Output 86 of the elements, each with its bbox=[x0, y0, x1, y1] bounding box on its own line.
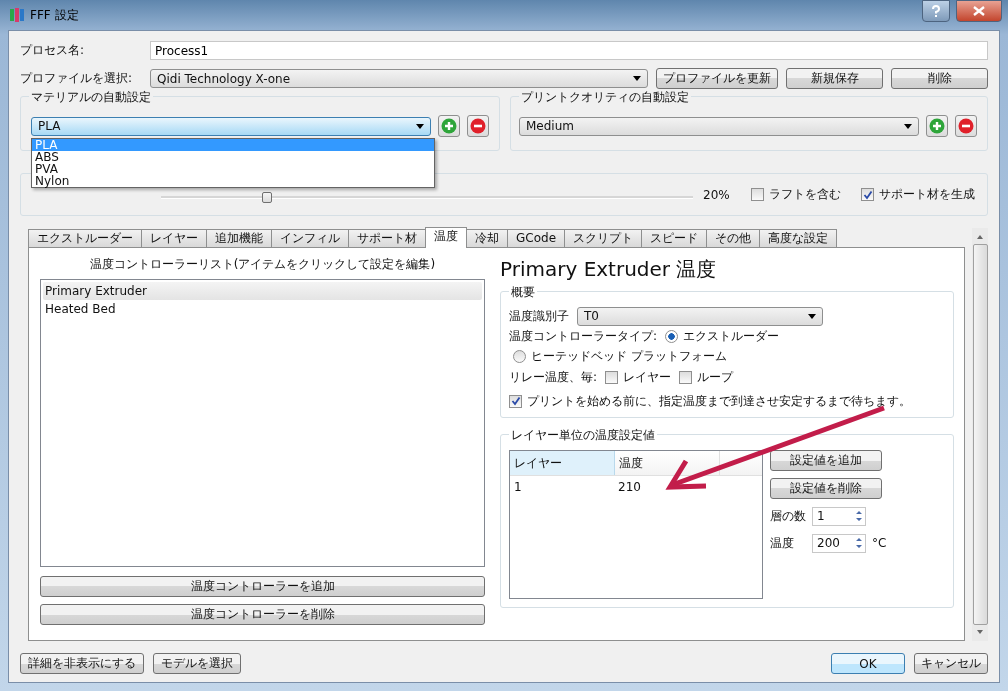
checkbox[interactable] bbox=[861, 188, 874, 201]
column-header[interactable]: レイヤー bbox=[510, 451, 615, 475]
detail-title: Primary Extruder 温度 bbox=[500, 256, 718, 283]
dialog-button[interactable]: OK bbox=[831, 653, 905, 674]
checkbox[interactable] bbox=[509, 394, 522, 408]
tab[interactable]: レイヤー bbox=[141, 229, 207, 247]
dropdown-option[interactable]: Nylon bbox=[32, 175, 434, 187]
remove-button[interactable] bbox=[467, 115, 489, 137]
plus-icon bbox=[929, 118, 945, 134]
profile-button[interactable]: 削除 bbox=[891, 68, 988, 89]
infill-reading: 20% bbox=[703, 187, 731, 202]
plus-icon bbox=[441, 118, 457, 134]
identifier-dropdown[interactable]: T0 bbox=[577, 306, 823, 326]
group-legend: プリントクオリティの自動設定 bbox=[519, 89, 691, 106]
value-button[interactable]: 設定値を削除 bbox=[770, 478, 882, 499]
add-button[interactable] bbox=[926, 115, 948, 137]
group-legend: レイヤー単位の温度設定値 bbox=[509, 427, 657, 444]
close-icon bbox=[973, 6, 985, 16]
process-name-field[interactable]: Process1 bbox=[150, 41, 988, 60]
radio-button[interactable] bbox=[513, 350, 526, 363]
checkbox[interactable] bbox=[605, 370, 619, 384]
profile-dropdown[interactable]: Qidi Technology X-one bbox=[150, 69, 648, 88]
tab[interactable]: 高度な設定 bbox=[759, 229, 838, 247]
scroll-up-icon[interactable] bbox=[976, 234, 984, 240]
layers-spinbox[interactable]: 1 bbox=[812, 506, 866, 526]
window-title: FFF 設定 bbox=[30, 6, 79, 24]
radio-button[interactable] bbox=[665, 330, 679, 343]
list-heading: 温度コントローラーリスト(アイテムをクリックして設定を編集) bbox=[88, 256, 437, 273]
list-item[interactable]: Heated Bed bbox=[43, 300, 482, 318]
tab[interactable]: エクストルーダー bbox=[28, 229, 142, 247]
profile-button[interactable]: 新規保存 bbox=[786, 68, 883, 89]
tab[interactable]: サポート材 bbox=[348, 229, 426, 247]
radio-label: エクストルーダー bbox=[683, 328, 780, 345]
checkbox-label: ラフトを含む bbox=[769, 186, 841, 203]
group-legend: 概要 bbox=[509, 284, 537, 301]
tab[interactable]: スピード bbox=[641, 229, 708, 247]
dialog-button[interactable]: キャンセル bbox=[914, 653, 988, 674]
checkbox[interactable] bbox=[751, 188, 764, 201]
unit-label: °C bbox=[872, 536, 887, 550]
footer-button[interactable]: モデルを選択 bbox=[153, 653, 241, 674]
checkbox-label: レイヤー bbox=[623, 368, 672, 386]
value-button[interactable]: 設定値を追加 bbox=[770, 450, 882, 471]
controller-button[interactable]: 温度コントローラーを削除 bbox=[40, 604, 485, 625]
list-item[interactable]: Primary Extruder bbox=[43, 282, 482, 300]
tab[interactable]: インフィル bbox=[271, 229, 349, 247]
tab[interactable]: 温度 bbox=[425, 227, 467, 248]
vertical-scrollbar[interactable] bbox=[972, 228, 988, 641]
scroll-down-icon[interactable] bbox=[976, 629, 984, 635]
material-dropdown[interactable]: PLA bbox=[31, 116, 431, 136]
footer-button[interactable]: 詳細を非表示にする bbox=[20, 653, 144, 674]
process-name-label: プロセス名: bbox=[20, 42, 86, 59]
controller-type-label: 温度コントローラータイプ: bbox=[509, 328, 658, 345]
column-header[interactable]: 温度 bbox=[615, 451, 720, 475]
checkbox[interactable] bbox=[679, 370, 693, 384]
close-button[interactable] bbox=[956, 0, 1002, 22]
minus-icon bbox=[958, 118, 974, 134]
identifier-label: 温度識別子 bbox=[509, 307, 569, 325]
remove-button[interactable] bbox=[955, 115, 977, 137]
table-cell-text: 210 bbox=[617, 479, 642, 496]
controller-button[interactable]: 温度コントローラーを追加 bbox=[40, 576, 485, 597]
help-icon bbox=[931, 5, 941, 17]
checkbox-label: プリントを始める前に、指定温度まで到達させ安定するまで待ちます。 bbox=[527, 392, 911, 410]
profile-label: プロファイルを選択: bbox=[20, 70, 134, 87]
temperature-spinbox[interactable]: 200 bbox=[812, 533, 866, 553]
slider-thumb[interactable] bbox=[262, 192, 273, 203]
dropdown-option[interactable]: PVA bbox=[32, 163, 434, 175]
app-icon bbox=[10, 7, 24, 23]
help-button[interactable] bbox=[922, 0, 950, 22]
checkbox-label: ループ bbox=[697, 368, 734, 386]
layers-label: 層の数 bbox=[770, 507, 806, 525]
group-legend: マテリアルの自動設定 bbox=[29, 89, 153, 106]
dropdown-option[interactable]: ABS bbox=[32, 151, 434, 163]
tab[interactable]: 追加機能 bbox=[206, 229, 272, 247]
profile-button[interactable]: プロファイルを更新 bbox=[656, 68, 778, 89]
table-cell-text: 1 bbox=[513, 479, 523, 496]
relay-label: リレー温度、毎: bbox=[509, 368, 598, 386]
minus-icon bbox=[470, 118, 486, 134]
tab[interactable]: 冷却 bbox=[466, 229, 508, 247]
quality-dropdown[interactable]: Medium bbox=[519, 116, 919, 136]
temperature-label: 温度 bbox=[770, 534, 795, 552]
tab[interactable]: GCode bbox=[507, 229, 566, 247]
checkbox-label: サポート材を生成 bbox=[879, 186, 975, 203]
radio-label: ヒーテッドベッド プラットフォーム bbox=[531, 348, 727, 365]
add-button[interactable] bbox=[438, 115, 460, 137]
tab[interactable]: その他 bbox=[706, 229, 761, 247]
tab[interactable]: スクリプト bbox=[564, 229, 643, 247]
